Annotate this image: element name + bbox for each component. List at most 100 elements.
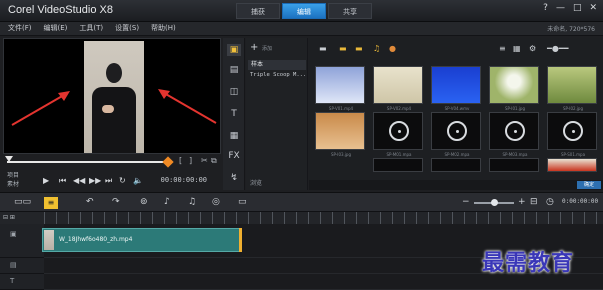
timeline-ruler[interactable]: ⊟ ⊞: [0, 212, 603, 224]
thumb-sp-i02[interactable]: SP-I02.jpg: [547, 66, 597, 111]
enlarge-icon[interactable]: ⧉: [211, 156, 217, 166]
library-tools: ▣ ▤ ◫ T ▦ FX ↯: [223, 38, 245, 190]
thumb-sp-v04[interactable]: SP-V04.wmv: [431, 66, 481, 111]
audio-icon: [389, 121, 409, 141]
instant-project-icon[interactable]: ▤: [227, 64, 241, 76]
zoom-in-icon[interactable]: +: [518, 197, 526, 207]
filter-icon[interactable]: FX: [227, 150, 241, 162]
clip-name: W_18Jhwf6o480_zh.mp4: [59, 236, 133, 243]
timeline-timecode[interactable]: 0:00:00:00: [562, 198, 598, 205]
tab-edit[interactable]: 编辑: [282, 3, 326, 19]
media-library: ▬ ▬ ▬ ♫ ● ≡ ▦ ⚙ ━●━━ SP-V01.mp4 SP-V02.m…: [309, 38, 603, 190]
tab-capture[interactable]: 捕获: [236, 3, 280, 19]
mark-out-button[interactable]: ]: [189, 156, 192, 165]
end-icon[interactable]: ⏭: [105, 176, 112, 186]
recording-icon[interactable]: ⊚: [140, 197, 148, 207]
options-icon[interactable]: ⚙: [529, 44, 536, 53]
close-button[interactable]: ✕: [589, 3, 597, 13]
auto-music-icon[interactable]: ♫: [188, 197, 196, 207]
fit-project-icon[interactable]: ⊟: [530, 197, 538, 207]
thumb-sp-i03[interactable]: SP-I03.jpg: [315, 112, 365, 157]
folder-sample[interactable]: 样本: [248, 60, 306, 70]
show-video-icon[interactable]: ▬: [339, 44, 347, 53]
thumb-sp-m03[interactable]: SP-M03.mpa: [489, 112, 539, 157]
redo-icon[interactable]: ↷: [112, 197, 120, 207]
sound-mixer-icon[interactable]: ♪: [164, 197, 170, 207]
storyboard-view-icon[interactable]: ▭▭: [14, 197, 31, 207]
title-icon[interactable]: T: [227, 108, 241, 120]
zoom-out-icon[interactable]: −: [462, 197, 470, 207]
split-icon[interactable]: ✂: [201, 156, 208, 165]
ok-button[interactable]: 确定: [577, 181, 601, 189]
folder-icon[interactable]: ▬: [319, 44, 327, 53]
video-track-header[interactable]: ▣: [0, 224, 44, 258]
add-folder-label[interactable]: 添加: [262, 45, 272, 52]
prev-frame-icon[interactable]: ◀◀: [73, 176, 85, 185]
repeat-icon[interactable]: ↻: [119, 176, 126, 185]
thumb-row3-3[interactable]: [489, 158, 539, 172]
browse-button[interactable]: 浏览: [250, 178, 262, 187]
window-controls: ? — □ ✕: [543, 3, 597, 13]
add-folder-icon[interactable]: +: [250, 42, 258, 53]
maximize-button[interactable]: □: [573, 3, 582, 13]
menu-edit[interactable]: 编辑(E): [44, 23, 68, 33]
clock-icon: ◷: [546, 197, 554, 207]
app-title: Corel VideoStudio X8: [8, 4, 113, 16]
thumb-sp-v02[interactable]: SP-V02.mp4: [373, 66, 423, 111]
track-manager-icons[interactable]: ⊟ ⊞: [3, 214, 15, 221]
undo-icon[interactable]: ↶: [86, 197, 94, 207]
zoom-slider-knob[interactable]: [491, 199, 498, 206]
folder-triple-scoop[interactable]: Triple Scoop M...: [250, 72, 306, 78]
list-view-icon[interactable]: ≡: [499, 44, 506, 53]
person-hand: [102, 105, 114, 113]
subtitle-icon[interactable]: ▭: [238, 197, 247, 207]
menu-help[interactable]: 帮助(H): [151, 23, 176, 33]
menu-file[interactable]: 文件(F): [8, 23, 32, 33]
library-folders: + 添加 样本 Triple Scoop M... 浏览: [246, 38, 308, 190]
thumb-sp-i01[interactable]: SP-I01.jpg: [489, 66, 539, 111]
next-frame-icon[interactable]: ▶▶: [89, 176, 101, 185]
thumb-row3-1[interactable]: [373, 158, 423, 172]
thumb-row3-2[interactable]: [431, 158, 481, 172]
timeline-view-icon[interactable]: ≡: [44, 197, 58, 209]
menu-settings[interactable]: 设置(S): [115, 23, 139, 33]
transport-controls: 项目 素材 ▶ ⏮ ◀◀ ▶▶ ⏭ ↻ 🔈 00:00:00:00: [3, 170, 221, 190]
project-mode-label[interactable]: 项目: [7, 170, 19, 179]
path-icon[interactable]: ↯: [227, 172, 241, 184]
play-icon[interactable]: ▶: [43, 176, 49, 185]
video-clip[interactable]: W_18Jhwf6o480_zh.mp4: [42, 228, 242, 252]
thumb-sp-v01[interactable]: SP-V01.mp4: [315, 66, 365, 111]
title-track-header[interactable]: T: [0, 274, 44, 290]
mark-in-button[interactable]: [: [179, 156, 182, 165]
person-body: [92, 87, 136, 153]
show-audio-icon[interactable]: ♫: [373, 44, 380, 53]
mode-tabs: 捕获 编辑 共享: [236, 3, 372, 19]
motion-track-icon[interactable]: ◎: [212, 197, 220, 207]
thumb-sp-m01[interactable]: SP-M01.mpa: [373, 112, 423, 157]
show-photo-icon[interactable]: ▬: [355, 44, 363, 53]
sort-icon[interactable]: ●: [389, 44, 396, 53]
overlay-track-header[interactable]: ▤: [0, 258, 44, 274]
menu-tools[interactable]: 工具(T): [79, 23, 103, 33]
minimize-button[interactable]: —: [556, 3, 565, 13]
thumb-sp-m02[interactable]: SP-M02.mpa: [431, 112, 481, 157]
thumb-row3-4[interactable]: [547, 158, 597, 172]
transition-icon[interactable]: ◫: [227, 86, 241, 98]
preview-timecode[interactable]: 00:00:00:00: [161, 176, 207, 184]
watermark-text: 最需教育: [482, 250, 575, 276]
tab-share[interactable]: 共享: [328, 3, 372, 19]
help-button[interactable]: ?: [543, 3, 548, 13]
clip-end-handle[interactable]: [239, 228, 242, 252]
media-icon[interactable]: ▣: [227, 44, 241, 56]
thumb-sp-s01[interactable]: SP-S01.mpa: [547, 112, 597, 157]
home-icon[interactable]: ⏮: [59, 176, 66, 186]
end-marker[interactable]: [162, 156, 174, 168]
scrubber[interactable]: [ ] ✂ ⧉: [3, 156, 221, 168]
volume-icon[interactable]: 🔈: [133, 176, 143, 185]
preview-window[interactable]: [3, 38, 221, 154]
thumb-size-slider[interactable]: ━●━━: [547, 44, 568, 53]
clip-mode-label[interactable]: 素材: [7, 179, 19, 188]
scrub-track[interactable]: [7, 161, 167, 163]
thumbnail-view-icon[interactable]: ▦: [513, 44, 521, 53]
graphic-icon[interactable]: ▦: [227, 130, 241, 142]
